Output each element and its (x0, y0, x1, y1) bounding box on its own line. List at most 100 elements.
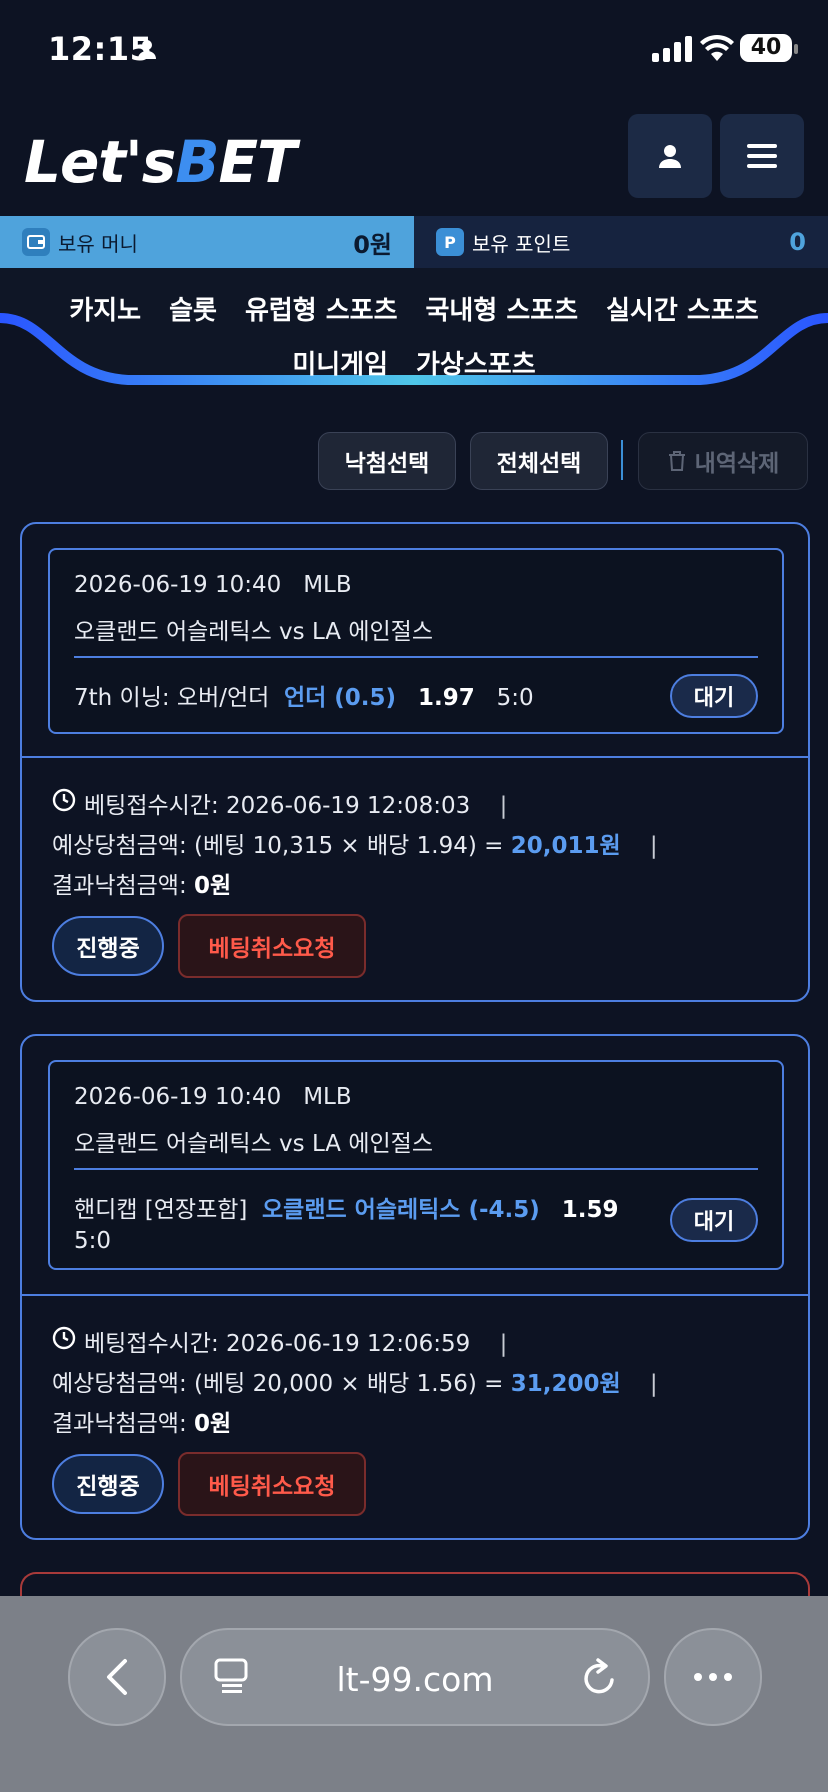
bet-pick: 언더 (0.5) (283, 685, 397, 711)
bet-datetime-row: 2026-06-19 10:40 MLB (74, 1084, 352, 1110)
nav-minigame[interactable]: 미니게임 (292, 350, 388, 380)
bet-detail: 2026-06-19 10:40 MLB 오클랜드 어슬레틱스 vs LA 에인… (48, 1060, 784, 1270)
money-label: 보유 머니 (58, 231, 138, 256)
bet-datetime-row: 2026-06-19 10:40 MLB (74, 572, 352, 598)
bet-result-label: 결과낙첨금액: (52, 1411, 187, 1437)
signal-icon (652, 36, 692, 62)
points-balance: P 보유 포인트 0 (414, 216, 828, 268)
delete-history-label: 내역삭제 (694, 451, 780, 477)
bet-result-label: 결과낙첨금액: (52, 873, 187, 899)
more-icon (694, 1673, 732, 1681)
bet-pick-row: 핸디캡 [연장포함] 오클랜드 어슬레틱스 (-4.5) 1.59 (74, 1190, 618, 1224)
wallet-icon (22, 228, 50, 256)
bet-expected-row: 예상당첨금액: (베팅 20,000 × 배당 1.56) = 31,200원 … (52, 1364, 658, 1398)
bet-expected-formula: (베팅 10,315 × 배당 1.94) = (194, 833, 504, 859)
row-separator: | (649, 833, 658, 859)
bet-datetime: 2026-06-19 10:40 (74, 572, 282, 598)
bet-result-value: 0원 (194, 1411, 232, 1437)
bet-match: 오클랜드 어슬레틱스 vs LA 에인절스 (74, 619, 433, 645)
bet-league: MLB (303, 1084, 352, 1110)
bet-time-value: 2026-06-19 12:08:03 (226, 793, 471, 819)
bet-score: 5:0 (74, 1228, 112, 1254)
bet-result-value: 0원 (194, 873, 232, 899)
address-bar[interactable]: lt-99.com (180, 1628, 650, 1726)
nav-euro-sports[interactable]: 유럽형 스포츠 (245, 296, 398, 326)
bet-inner-divider (74, 1168, 758, 1170)
bet-expected-value: 31,200원 (510, 1371, 621, 1397)
bet-expected-label: 예상당첨금액: (52, 1371, 187, 1397)
select-lost-button[interactable]: 낙첨선택 (318, 432, 456, 490)
site-logo[interactable]: Let'sBET (24, 128, 297, 196)
bet-market: 7th 이닝: 오버/언더 (74, 685, 270, 711)
bet-expected-label: 예상당첨금액: (52, 833, 187, 859)
chevron-left-icon (107, 1659, 127, 1695)
nav-row-2: 미니게임 가상스포츠 (0, 344, 828, 381)
clock-icon (52, 788, 76, 812)
money-balance: 보유 머니 0원 (0, 216, 414, 268)
row-separator: | (499, 1331, 508, 1357)
bet-expected-row: 예상당첨금액: (베팅 10,315 × 배당 1.94) = 20,011원 … (52, 826, 658, 860)
bet-market: 핸디캡 [연장포함] (74, 1197, 248, 1223)
bet-expected-formula: (베팅 20,000 × 배당 1.56) = (194, 1371, 504, 1397)
bet-result-row: 결과낙첨금액: 0원 (52, 866, 231, 900)
bet-cancel-button[interactable]: 베팅취소요청 (178, 1452, 366, 1516)
logo-text-lets: Let's (24, 128, 176, 196)
bet-progress-badge: 진행중 (52, 916, 164, 976)
nav-row-1: 카지노 슬롯 유럽형 스포츠 국내형 스포츠 실시간 스포츠 (0, 290, 828, 327)
bet-progress-badge: 진행중 (52, 1454, 164, 1514)
bet-result-row: 결과낙첨금액: 0원 (52, 1404, 231, 1438)
row-separator: | (649, 1371, 658, 1397)
bet-time-label: 베팅접수시간: (84, 793, 219, 819)
url-text: lt-99.com (336, 1660, 494, 1699)
battery-nub (794, 44, 798, 54)
points-value: 0 (789, 228, 806, 256)
bet-score: 5:0 (496, 685, 534, 711)
more-button[interactable] (664, 1628, 762, 1726)
user-button[interactable] (628, 114, 712, 198)
nav-domestic-sports[interactable]: 국내형 스포츠 (426, 296, 579, 326)
bet-expected-value: 20,011원 (510, 833, 621, 859)
bet-cancel-button[interactable]: 베팅취소요청 (178, 914, 366, 978)
select-all-button[interactable]: 전체선택 (470, 432, 608, 490)
clock-icon (52, 1326, 76, 1350)
bet-time-value: 2026-06-19 12:06:59 (226, 1331, 471, 1357)
nav-virtual-sports[interactable]: 가상스포츠 (416, 350, 536, 380)
bet-detail: 2026-06-19 10:40 MLB 오클랜드 어슬레틱스 vs LA 에인… (48, 548, 784, 734)
bet-odds: 1.97 (417, 685, 475, 711)
bet-pick: 오클랜드 어슬레틱스 (-4.5) (262, 1197, 540, 1223)
bet-state-pill: 대기 (670, 1198, 758, 1242)
row-separator: | (499, 793, 508, 819)
status-bar: 12:15 40 (0, 0, 828, 100)
card-divider (22, 756, 808, 758)
delete-history-button[interactable]: 내역삭제 (638, 432, 808, 490)
bet-time-label: 베팅접수시간: (84, 1331, 219, 1357)
trash-icon (668, 451, 685, 471)
bet-datetime: 2026-06-19 10:40 (74, 1084, 282, 1110)
money-value: 0원 (353, 230, 392, 259)
bet-match: 오클랜드 어슬레틱스 vs LA 에인절스 (74, 1131, 433, 1157)
bet-card: 2026-06-19 10:40 MLB 오클랜드 어슬레틱스 vs LA 에인… (20, 1034, 810, 1540)
bet-odds: 1.59 (561, 1197, 619, 1223)
back-button[interactable] (68, 1628, 166, 1726)
reload-icon[interactable] (582, 1658, 618, 1696)
user-icon (659, 145, 681, 168)
wifi-icon (700, 34, 734, 61)
card-divider (22, 1294, 808, 1296)
bet-card: 2026-06-19 10:40 MLB 오클랜드 어슬레틱스 vs LA 에인… (20, 522, 810, 1002)
bet-inner-divider (74, 656, 758, 658)
bet-state-pill: 대기 (670, 674, 758, 718)
nav-live-sports[interactable]: 실시간 스포츠 (606, 296, 759, 326)
nav-slot[interactable]: 슬롯 (169, 296, 217, 326)
battery-icon: 40 (740, 34, 792, 62)
menu-button[interactable] (720, 114, 804, 198)
logo-text-b: B (175, 128, 219, 196)
bet-pick-row: 7th 이닝: 오버/언더 언더 (0.5) 1.97 5:0 (74, 678, 534, 712)
points-icon: P (436, 228, 464, 256)
action-divider (621, 440, 623, 480)
points-label: 보유 포인트 (472, 231, 571, 256)
bet-time-row: 베팅접수시간: 2026-06-19 12:08:03 | (84, 786, 507, 820)
nav-casino[interactable]: 카지노 (69, 296, 141, 326)
bet-league: MLB (303, 572, 352, 598)
logo-text-et: ET (218, 128, 297, 196)
bet-time-row: 베팅접수시간: 2026-06-19 12:06:59 | (84, 1324, 507, 1358)
